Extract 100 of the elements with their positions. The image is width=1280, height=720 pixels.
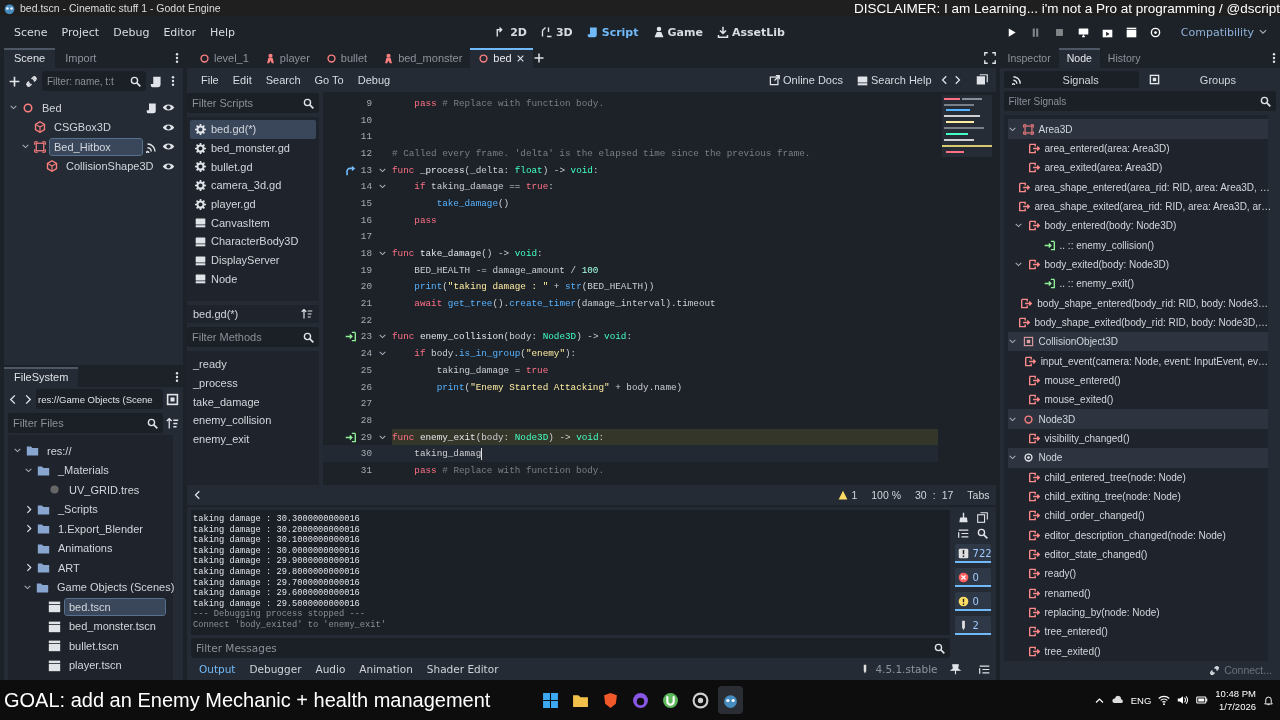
speaker-icon[interactable]: [1177, 694, 1190, 706]
menu-item[interactable]: Debug: [107, 22, 156, 42]
sort-icon[interactable]: [301, 308, 313, 320]
script-item[interactable]: bullet.gd: [190, 157, 316, 177]
signal-item[interactable]: tree_entered(): [1044, 626, 1108, 638]
add-tab-icon[interactable]: [532, 52, 545, 64]
filter-toggle[interactable]: 2: [954, 616, 991, 635]
tree-item[interactable]: CSGBox3D: [50, 119, 158, 136]
pin-icon[interactable]: [949, 663, 961, 675]
filter-field[interactable]: Filter: name, t:t: [42, 71, 146, 91]
indent-mode[interactable]: Tabs: [967, 489, 990, 501]
workspace-tab[interactable]: Game: [648, 22, 707, 42]
menu-item[interactable]: Search: [259, 72, 307, 88]
chevron-down-icon[interactable]: [1008, 337, 1017, 347]
menu-item[interactable]: Go To: [308, 72, 350, 88]
tree-item[interactable]: Game Objects (Scenes): [53, 579, 179, 596]
script-item[interactable]: camera_3d.gd: [190, 176, 316, 195]
filter-field[interactable]: Filter Files: [8, 413, 163, 433]
tree-item[interactable]: Bed: [38, 99, 142, 116]
method-item[interactable]: enemy_collision: [191, 411, 315, 430]
signal-item[interactable]: visibility_changed(): [1044, 433, 1130, 444]
signal-item[interactable]: input_event(camera: Node, event: InputEvent, ev…: [1040, 355, 1268, 367]
clock-date[interactable]: 1/7/2026: [1219, 701, 1256, 712]
taskbar-app[interactable]: [717, 686, 743, 714]
chevron-down-icon[interactable]: [8, 103, 18, 113]
dock-tab[interactable]: Node: [1058, 48, 1100, 68]
connection-item[interactable]: .. :: enemy_collision(): [1059, 239, 1154, 251]
copy-icon[interactable]: [976, 512, 988, 523]
editor-tab[interactable]: bed_monster: [375, 48, 471, 68]
class-header[interactable]: Area3D: [1007, 119, 1268, 139]
connection-item[interactable]: .. :: enemy_exit(): [1059, 278, 1134, 290]
panel-tab[interactable]: Output: [193, 661, 242, 677]
signal-item[interactable]: child_entered_tree(node: Node): [1044, 471, 1186, 483]
expand-panel-icon[interactable]: [978, 663, 990, 675]
clock-time[interactable]: 10:48 PM: [1215, 688, 1256, 699]
menu-item[interactable]: Scene: [8, 22, 54, 42]
tree-item[interactable]: res://: [43, 442, 76, 459]
workspace-tab[interactable]: Script: [582, 22, 643, 42]
script-item[interactable]: bed.gd(*): [190, 120, 316, 139]
method-item[interactable]: take_damage: [191, 392, 315, 412]
override-arrow-icon[interactable]: [345, 164, 356, 176]
dock-tab[interactable]: Scene: [4, 48, 56, 68]
menu-item[interactable]: File: [195, 72, 225, 88]
signal-item[interactable]: child_order_changed(): [1044, 510, 1145, 522]
script-item[interactable]: CharacterBody3D: [190, 232, 316, 251]
search-icon[interactable]: [130, 75, 141, 87]
filter-toggle[interactable]: 0: [954, 568, 991, 587]
tree-item[interactable]: player.tscn: [65, 657, 126, 674]
menu-item[interactable]: Debug: [351, 72, 397, 88]
filter-field[interactable]: Filter Signals: [1003, 91, 1276, 112]
menu-item[interactable]: Help: [203, 22, 241, 42]
signal-item[interactable]: area_shape_exited(area_rid: RID, area: Area3D, ar…: [1034, 200, 1272, 212]
filter-field[interactable]: Filter Messages: [191, 638, 950, 658]
battery-icon[interactable]: [1196, 694, 1209, 706]
cloud-icon[interactable]: [1111, 694, 1124, 706]
tree-item[interactable]: Animations: [54, 540, 117, 557]
tree-item[interactable]: 1.Export_Blender: [54, 520, 147, 537]
signal-item[interactable]: replacing_by(node: Node): [1044, 607, 1160, 619]
signal-item[interactable]: body_entered(body: Node3D): [1044, 220, 1177, 232]
back-icon[interactable]: [939, 75, 950, 85]
class-header[interactable]: Node3D: [1007, 409, 1268, 429]
filter-field[interactable]: Filter Methods: [187, 327, 319, 347]
script-item[interactable]: bed_monster.gd: [190, 138, 316, 158]
menu-item[interactable]: Edit: [226, 72, 258, 88]
workspace-tab[interactable]: 2D: [491, 22, 531, 42]
signal-item[interactable]: mouse_exited(): [1044, 394, 1114, 406]
chevron-down-icon[interactable]: [20, 142, 30, 152]
signal-item[interactable]: tree_exited(): [1044, 645, 1101, 657]
editor-tab[interactable]: bullet: [317, 48, 376, 68]
search-icon[interactable]: [303, 97, 314, 109]
search-icon[interactable]: [976, 528, 988, 539]
signal-item[interactable]: editor_description_changed(node: Node): [1044, 529, 1226, 541]
renderer-dropdown[interactable]: Compatibility: [1176, 23, 1272, 41]
dock-tab[interactable]: FileSystem: [4, 367, 79, 387]
class-header[interactable]: Node: [1007, 448, 1268, 468]
tree-item[interactable]: UV_GRID.tres: [65, 481, 144, 498]
zoom-level[interactable]: 100 %: [871, 489, 902, 501]
split-view-icon[interactable]: [166, 392, 179, 406]
signal-item[interactable]: body_exited(body: Node3D): [1044, 258, 1170, 270]
signal-item[interactable]: ready(): [1044, 568, 1077, 580]
chevron-down-icon[interactable]: [1008, 453, 1017, 463]
script-item[interactable]: Node: [190, 269, 316, 289]
chevron-down-icon[interactable]: [12, 446, 22, 456]
search-icon[interactable]: [1260, 95, 1271, 107]
add-icon[interactable]: [8, 74, 21, 88]
path-field[interactable]: res://Game Objects (Scene: [36, 389, 163, 409]
filter-toggle[interactable]: 0: [954, 592, 991, 611]
method-item[interactable]: enemy_exit: [191, 429, 315, 449]
clear-icon[interactable]: [957, 512, 969, 523]
tree-item[interactable]: ART: [54, 559, 84, 576]
wifi-icon[interactable]: [1158, 694, 1171, 706]
filter-field[interactable]: Filter Scripts: [187, 93, 319, 113]
signal-item[interactable]: area_exited(area: Area3D): [1044, 162, 1163, 174]
panel-tab[interactable]: Debugger: [243, 661, 308, 677]
script-item[interactable]: CanvasItem: [190, 213, 316, 233]
panel-tab[interactable]: Audio: [309, 661, 352, 677]
class-header[interactable]: CollisionObject3D: [1007, 332, 1268, 352]
tree-item[interactable]: _Scripts: [54, 501, 102, 518]
fullscreen-icon[interactable]: [983, 52, 996, 64]
workspace-tab[interactable]: AssetLib: [712, 22, 789, 42]
